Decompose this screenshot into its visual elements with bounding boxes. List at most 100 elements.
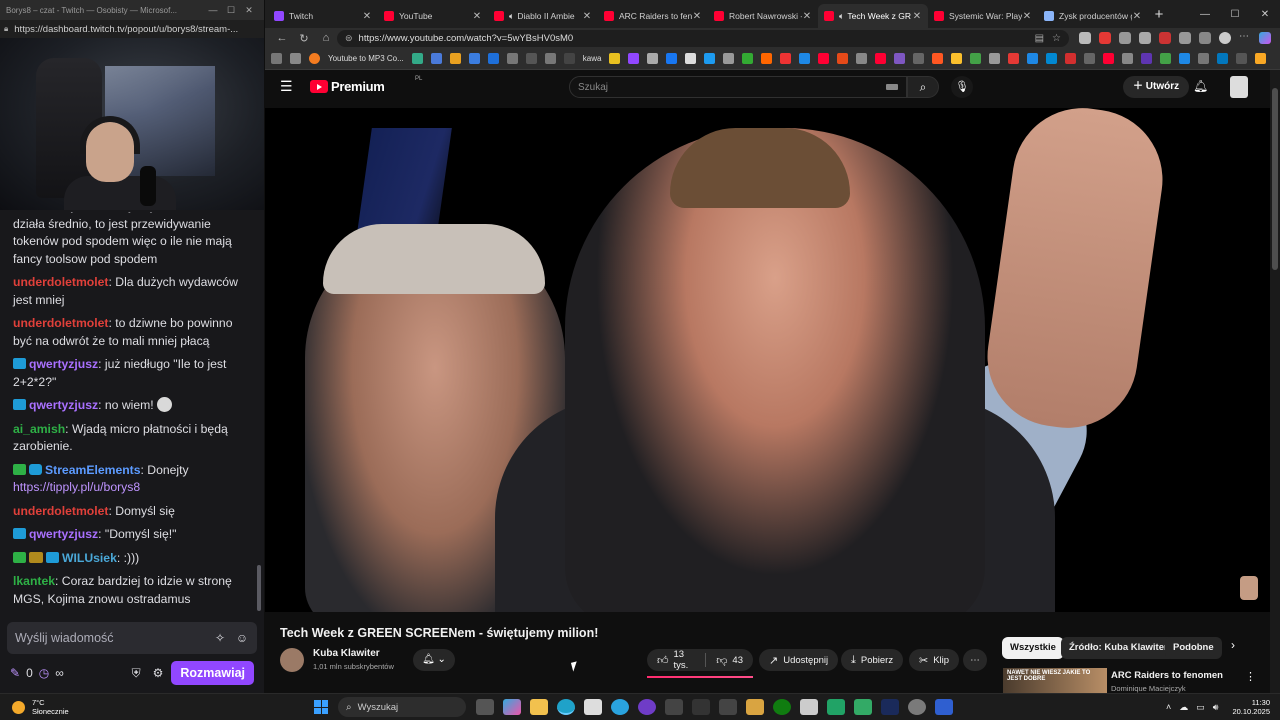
profile-avatar[interactable] [1219,32,1231,44]
bookmark-icon[interactable] [913,53,925,64]
tab-close-icon[interactable]: ✕ [582,11,592,22]
bookmark-icon[interactable] [989,53,1001,64]
tab-close-icon[interactable]: ✕ [802,11,812,22]
bookmark-icon[interactable] [894,53,906,64]
bookmark-icon[interactable] [290,53,301,64]
chat-input[interactable]: Wyślij wiadomość ✧ ☺ [7,622,257,654]
taskbar-search[interactable]: ⌕ Wyszukaj [338,697,466,717]
bookmark-icon[interactable] [430,53,442,64]
copilot-app-icon[interactable] [503,699,521,715]
bookmark-icon[interactable] [799,53,811,64]
tab-close-icon[interactable]: ✕ [692,11,702,22]
chat-username[interactable]: underdoletmolet [13,275,108,289]
audio-playing-icon[interactable]: 🔈︎ [509,11,514,22]
bits-icon[interactable]: ✧ [213,631,227,645]
minimize-icon[interactable]: — [1190,9,1220,20]
hamburger-menu-icon[interactable]: ☰ [280,79,294,93]
minimize-icon[interactable]: — [204,5,222,15]
subscription-bell-button[interactable]: 🔔︎ ⌄ [413,649,455,671]
network-icon[interactable]: ▭ [1196,702,1205,713]
code-app-icon[interactable] [935,699,953,715]
audio-playing-icon[interactable]: 🔈︎ [839,11,844,22]
favorite-star-icon[interactable]: ☆ [1052,33,1061,44]
more-vertical-icon[interactable]: ⋮ [1245,670,1256,683]
bookmark-icon[interactable] [1217,53,1229,64]
bot-badge-icon[interactable] [29,463,42,475]
bookmark-icon[interactable] [544,53,556,64]
like-button[interactable]: 👍︎ 13 tys. [647,649,705,671]
bookmark-icon[interactable] [1103,53,1115,64]
spreadsheet-icon[interactable] [827,699,845,715]
emote-picker-icon[interactable]: ☺ [235,631,249,645]
bookmark-icon[interactable] [468,53,480,64]
browser-tab[interactable]: ARC Raiders to fenom✕ [598,4,708,28]
browser-tab[interactable]: Robert Nawrowski - Y✕ [708,4,818,28]
twitch-url-bar[interactable]: 🔒︎ https://dashboard.twitch.tv/popout/u/… [0,20,264,38]
infinity-app-icon[interactable] [719,699,737,715]
bookmark-icon[interactable] [1046,53,1058,64]
bookmark-icon[interactable] [609,53,621,64]
chat-link[interactable]: https://tipply.pl/u/borys8 [13,480,140,494]
close-icon[interactable]: ✕ [240,5,258,16]
chat-username[interactable]: WILUsiek [62,551,117,565]
maximize-icon[interactable]: ☐ [1220,9,1250,20]
shield-icon[interactable]: ⛨ [132,666,141,681]
chat-username[interactable]: ai_amish [13,422,65,436]
windows-start-icon[interactable] [314,700,328,714]
chat-username[interactable]: qwertyzjusz [29,357,98,371]
messenger-icon[interactable] [800,699,818,715]
more-menu-icon[interactable]: ⋯ [1239,32,1251,44]
bookmark-icon[interactable] [685,53,697,64]
sub-badge-icon[interactable] [46,551,59,563]
copilot-icon[interactable] [1259,32,1271,44]
terminal-icon[interactable] [692,699,710,715]
chat-username[interactable]: qwertyzjusz [29,527,98,541]
create-button[interactable]: ＋ Utwórz [1123,76,1190,98]
clip-button[interactable]: ✂ Klip [909,649,960,671]
ver-badge-icon[interactable] [13,463,26,475]
volume-icon[interactable]: 🔊︎ [1213,702,1219,713]
notifications-bell-icon[interactable]: 🔔︎ [1193,79,1208,93]
bookmark-icon[interactable] [761,53,773,64]
chat-scrollbar[interactable] [257,565,261,611]
tab-close-icon[interactable]: ✕ [472,11,482,22]
rck-badge-icon[interactable] [29,551,43,563]
recommended-video-thumbnail[interactable]: NAWET NIE WIESZ JAKIE TO JEST DOBRE [1003,668,1107,693]
extension-icon[interactable] [1099,32,1111,44]
bookmark-icon[interactable] [818,53,830,64]
extension-icon[interactable] [1159,32,1171,44]
bookmark-icon[interactable] [875,53,887,64]
chat-username[interactable]: qwertyzjusz [29,398,98,412]
settings-gear-icon[interactable]: ⚙ [153,666,164,680]
task-view-icon[interactable] [476,699,494,715]
tab-close-icon[interactable]: ✕ [362,11,372,22]
collections-icon[interactable] [1199,32,1211,44]
favorites-icon[interactable] [1179,32,1191,44]
sub-badge-icon[interactable] [13,528,26,539]
dislike-button[interactable]: 👎︎ 43 [706,649,753,671]
browser-tab[interactable]: 🔈︎ Diablo II Ambie ✕ [488,4,598,28]
bookmark-icon[interactable] [837,53,849,64]
tab-close-icon[interactable]: ✕ [1022,11,1032,22]
chip-source[interactable]: Źródło: Kuba Klawiter [1061,637,1176,659]
close-icon[interactable]: ✕ [1250,9,1280,20]
chip-similar[interactable]: Podobne [1165,637,1222,659]
new-tab-button[interactable]: + [1148,4,1170,28]
download-button[interactable]: ⤓ Pobierz [841,649,904,671]
address-bar[interactable]: ⊜ https://www.youtube.com/watch?v=5wYBsH… [337,29,1069,47]
bookmark-icon[interactable] [951,53,963,64]
xbox-icon[interactable] [773,699,791,715]
recommended-video-title[interactable]: ARC Raiders to fenomen [1111,670,1223,681]
anchor-app-icon[interactable] [854,699,872,715]
bookmark-icon[interactable] [1141,53,1153,64]
channel-name[interactable]: Kuba Klawiter [313,648,380,659]
chat-username[interactable]: StreamElements [45,463,141,477]
file-explorer-icon[interactable] [530,699,548,715]
store-icon[interactable] [584,699,602,715]
extension-icon[interactable] [1079,32,1091,44]
browser-tab[interactable]: Twitch ✕ [268,4,378,28]
chat-username[interactable]: underdoletmolet [13,316,108,330]
folder-icon[interactable] [746,699,764,715]
back-icon[interactable]: ← [271,32,293,44]
bookmark-icon[interactable] [506,53,518,64]
